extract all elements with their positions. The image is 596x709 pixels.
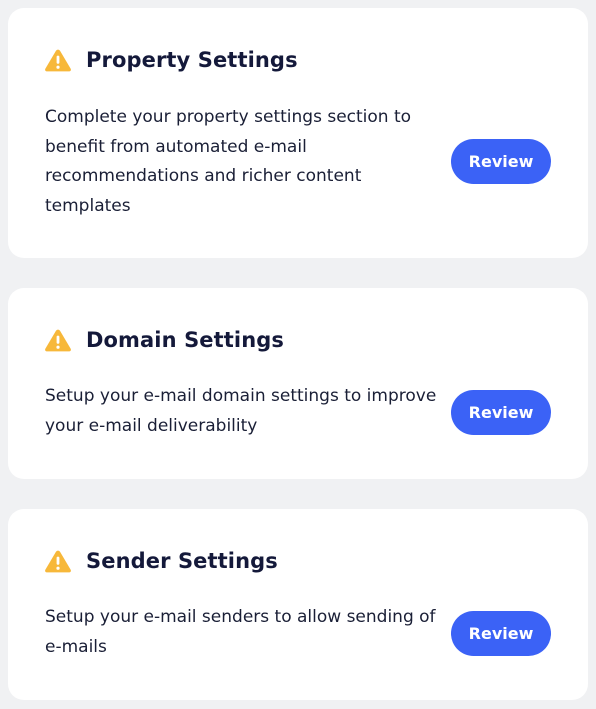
sender-settings-card: Sender Settings Setup your e-mail sender… (8, 509, 588, 700)
card-header: Domain Settings (44, 328, 284, 352)
review-button[interactable]: Review (451, 139, 551, 184)
card-header: Property Settings (44, 48, 298, 72)
card-description: Setup your e-mail domain settings to imp… (45, 386, 437, 436)
warning-icon (44, 48, 72, 72)
card-title: Domain Settings (86, 328, 284, 352)
warning-icon (44, 328, 72, 352)
property-settings-card: Property Settings Complete your property… (8, 8, 588, 258)
card-description: Setup your e-mail senders to allow sendi… (45, 607, 436, 657)
domain-settings-card: Domain Settings Setup your e-mail domain… (8, 288, 588, 479)
card-title: Property Settings (86, 48, 298, 72)
review-button[interactable]: Review (451, 390, 551, 435)
card-header: Sender Settings (44, 549, 278, 573)
card-description: Complete your property settings section … (45, 107, 412, 216)
warning-icon (44, 549, 72, 573)
card-title: Sender Settings (86, 549, 278, 573)
review-button[interactable]: Review (451, 611, 551, 656)
